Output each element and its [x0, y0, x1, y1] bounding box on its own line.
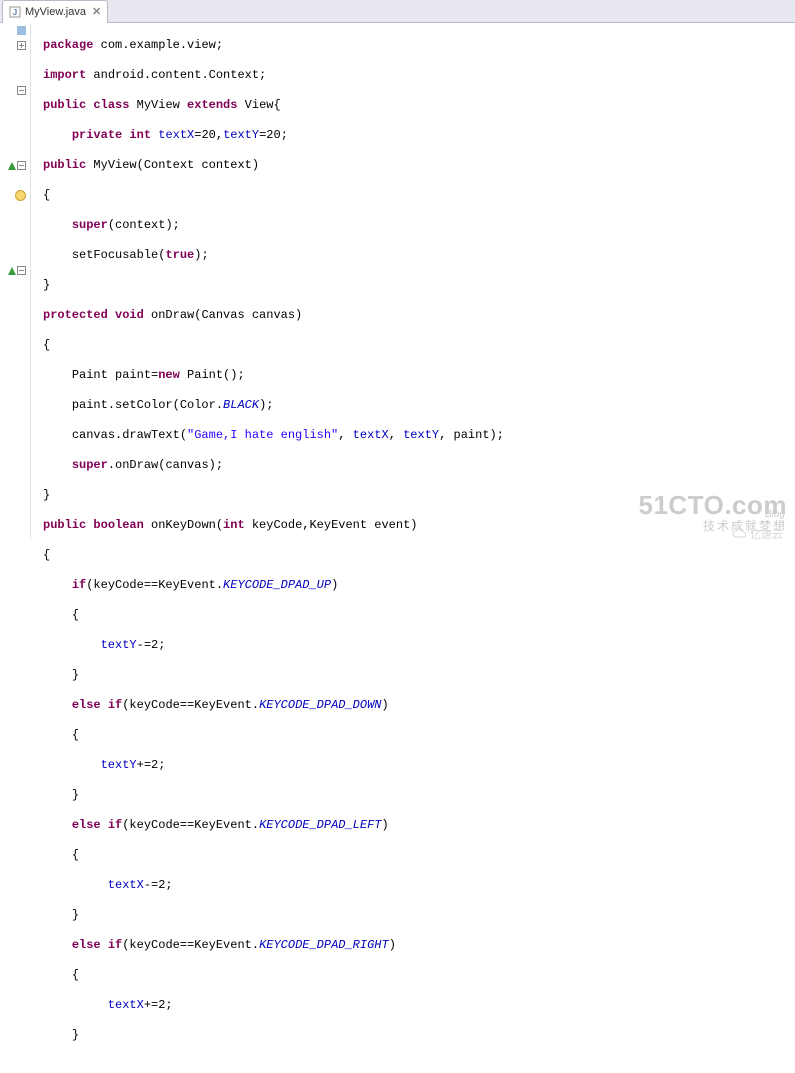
java-file-icon: J	[9, 6, 21, 18]
tab-label: MyView.java	[25, 6, 86, 18]
fold-collapse-icon[interactable]	[17, 86, 26, 95]
gutter	[0, 23, 31, 539]
file-tab[interactable]: J MyView.java ✕	[2, 0, 108, 23]
override-marker-icon	[8, 267, 16, 275]
fold-collapse-icon[interactable]	[17, 266, 26, 275]
code-area[interactable]: package com.example.view; import android…	[31, 23, 795, 539]
code-editor[interactable]: package com.example.view; import android…	[0, 23, 795, 539]
fold-expand-icon[interactable]	[17, 41, 26, 50]
warning-icon[interactable]	[15, 190, 26, 201]
tab-bar: J MyView.java ✕	[0, 0, 795, 23]
svg-text:J: J	[13, 8, 17, 17]
close-icon[interactable]: ✕	[92, 5, 101, 18]
fold-collapse-icon[interactable]	[17, 161, 26, 170]
override-marker-icon	[8, 162, 16, 170]
